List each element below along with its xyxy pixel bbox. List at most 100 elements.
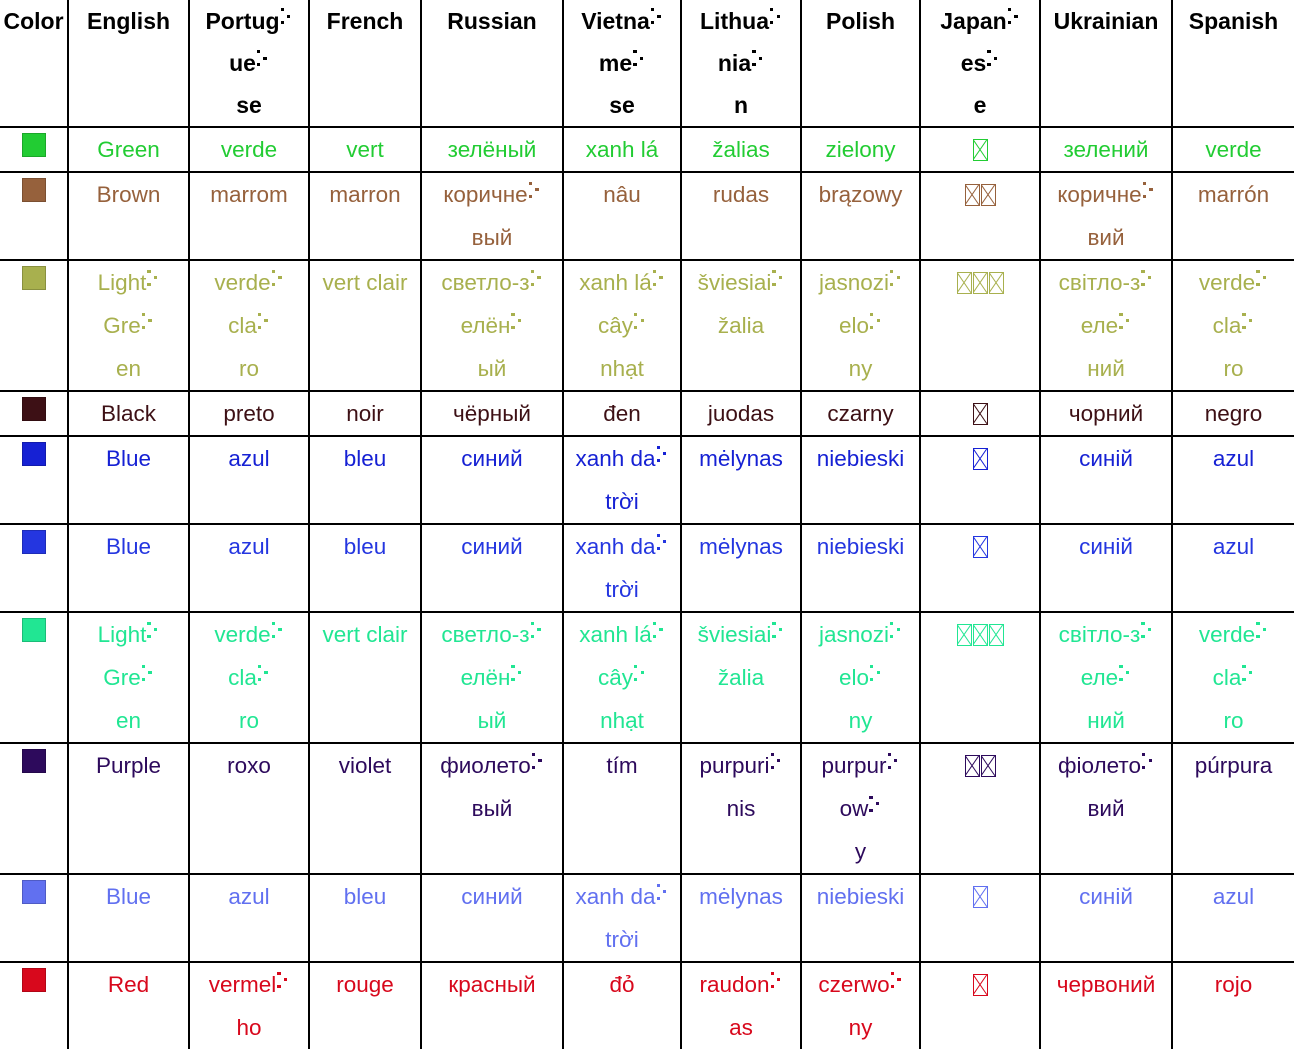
text-line: se	[609, 92, 635, 118]
cell-vietnamese: đỏ	[562, 961, 682, 1049]
cell-vietnamese: đen	[562, 390, 682, 437]
cell-ukrainian: синій	[1039, 873, 1173, 963]
missing-glyph-run	[972, 525, 988, 568]
cell-polish: jasnozi elo ny	[800, 259, 921, 392]
table-body: Green verde vert зелёный xanh lá žalias zielon…	[0, 126, 1294, 1049]
cell-ukrainian: синій	[1039, 435, 1173, 525]
hyphenation-marker	[257, 311, 270, 334]
cell-english: Green	[67, 126, 190, 173]
text-line: elo	[802, 656, 919, 699]
hyphenation-marker	[141, 311, 154, 334]
table-row: Red vermel ho rouge красный đỏ raudon as czerwo n…	[0, 961, 1294, 1049]
cell-english: Brown	[67, 171, 190, 261]
missing-glyph-box	[956, 272, 972, 294]
hyphenation-marker	[890, 970, 903, 993]
cell-french: vert clair	[308, 611, 422, 744]
text-line: czerwo	[802, 963, 919, 1006]
hyphenation-marker	[633, 663, 646, 686]
text-line: nhạt	[600, 356, 644, 381]
text-line: en	[115, 708, 142, 733]
text-line: фіолето	[1041, 744, 1171, 787]
text-line: коричне	[1041, 173, 1171, 216]
text-line: purpuri	[682, 744, 800, 787]
text-line: trời	[605, 489, 639, 514]
text-line: xanh lá	[564, 261, 680, 304]
cell-polish: jasnozi elo ny	[800, 611, 921, 744]
hyphenation-marker	[869, 311, 882, 334]
table-row: Light Gre en verde cla ro vert clair светло-з ел…	[0, 259, 1294, 392]
hyphenation-marker	[771, 620, 784, 643]
cell-japanese	[919, 126, 1041, 173]
missing-glyph-run	[972, 392, 988, 435]
text-line: еле	[1041, 304, 1171, 347]
cell-portuguese: verde	[188, 126, 310, 173]
text-line: trời	[605, 927, 639, 952]
text-line: світло-з	[1041, 261, 1171, 304]
cell-lithuanian: mėlynas	[680, 523, 802, 613]
text-line: xanh lá	[564, 613, 680, 656]
cell-vietnamese: xanh da trời	[562, 873, 682, 963]
hyphenation-marker	[530, 620, 543, 643]
color-swatch-cell	[0, 961, 69, 1049]
text-line: verde	[1173, 261, 1294, 304]
hyphenation-marker	[656, 882, 669, 905]
column-header-vietnamese: Vietna me se	[562, 0, 682, 128]
hyphenation-marker	[889, 268, 902, 291]
cell-russian: синий	[420, 873, 564, 963]
hyphenation-marker	[141, 663, 154, 686]
column-header-russian: Russian	[420, 0, 564, 128]
cell-lithuanian: juodas	[680, 390, 802, 437]
missing-glyph-box	[964, 184, 980, 206]
cell-vietnamese: tím	[562, 742, 682, 875]
table-row: Blue azul bleu синий xanh da trời mėlynas niebi…	[0, 873, 1294, 963]
missing-glyph-run	[972, 875, 988, 918]
text-line: елён	[422, 656, 562, 699]
missing-glyph-box	[980, 184, 996, 206]
table-row: Brown marrom marron коричне вый nâu rudas brązo…	[0, 171, 1294, 261]
cell-japanese	[919, 390, 1041, 437]
table-row: Green verde vert зелёный xanh lá žalias zielon…	[0, 126, 1294, 173]
hyphenation-marker	[1140, 268, 1153, 291]
column-header-japanese: Japan es e	[919, 0, 1041, 128]
text-line: cla	[190, 304, 308, 347]
text-line: cla	[190, 656, 308, 699]
hyphenation-marker	[1140, 620, 1153, 643]
column-header-french: French	[308, 0, 422, 128]
cell-ukrainian: червоний	[1039, 961, 1173, 1049]
text-line: šviesiai	[682, 613, 800, 656]
table-row: Purple roxo violet фиолето вый tím purpuri nis p…	[0, 742, 1294, 875]
hyphenation-marker	[652, 268, 665, 291]
column-header-color: Color	[0, 0, 69, 128]
cell-polish: czarny	[800, 390, 921, 437]
hyphenation-marker	[510, 311, 523, 334]
text-line: Light	[69, 261, 188, 304]
text-line: ny	[848, 708, 873, 733]
color-swatch-cell	[0, 171, 69, 261]
hyphenation-marker	[146, 268, 159, 291]
cell-portuguese: roxo	[188, 742, 310, 875]
text-line: Vietna	[564, 0, 680, 42]
hyphenation-marker	[633, 311, 646, 334]
color-swatch	[21, 133, 46, 157]
cell-portuguese: verde cla ro	[188, 259, 310, 392]
cell-lithuanian: šviesiai žalia	[680, 611, 802, 744]
hyphenation-marker	[650, 6, 663, 29]
cell-ukrainian: чорний	[1039, 390, 1173, 437]
text-line: ow	[802, 787, 919, 830]
text-line: trời	[605, 577, 639, 602]
hyphenation-marker	[528, 180, 541, 203]
missing-glyph-box	[964, 755, 980, 777]
cell-english: Black	[67, 390, 190, 437]
cell-english: Red	[67, 961, 190, 1049]
cell-vietnamese: xanh lá cây nhạt	[562, 611, 682, 744]
table-header: Color English Portug ue se French Russian Vietn…	[0, 0, 1294, 128]
cell-russian: синий	[420, 435, 564, 525]
hyphenation-marker	[1118, 311, 1131, 334]
hyphenation-marker	[1142, 180, 1155, 203]
text-line: se	[236, 92, 262, 118]
cell-ukrainian: світло-з еле ний	[1039, 611, 1173, 744]
missing-glyph-run	[956, 261, 1004, 304]
cell-vietnamese: xanh da trời	[562, 523, 682, 613]
cell-portuguese: verde cla ro	[188, 611, 310, 744]
cell-english: Blue	[67, 435, 190, 525]
